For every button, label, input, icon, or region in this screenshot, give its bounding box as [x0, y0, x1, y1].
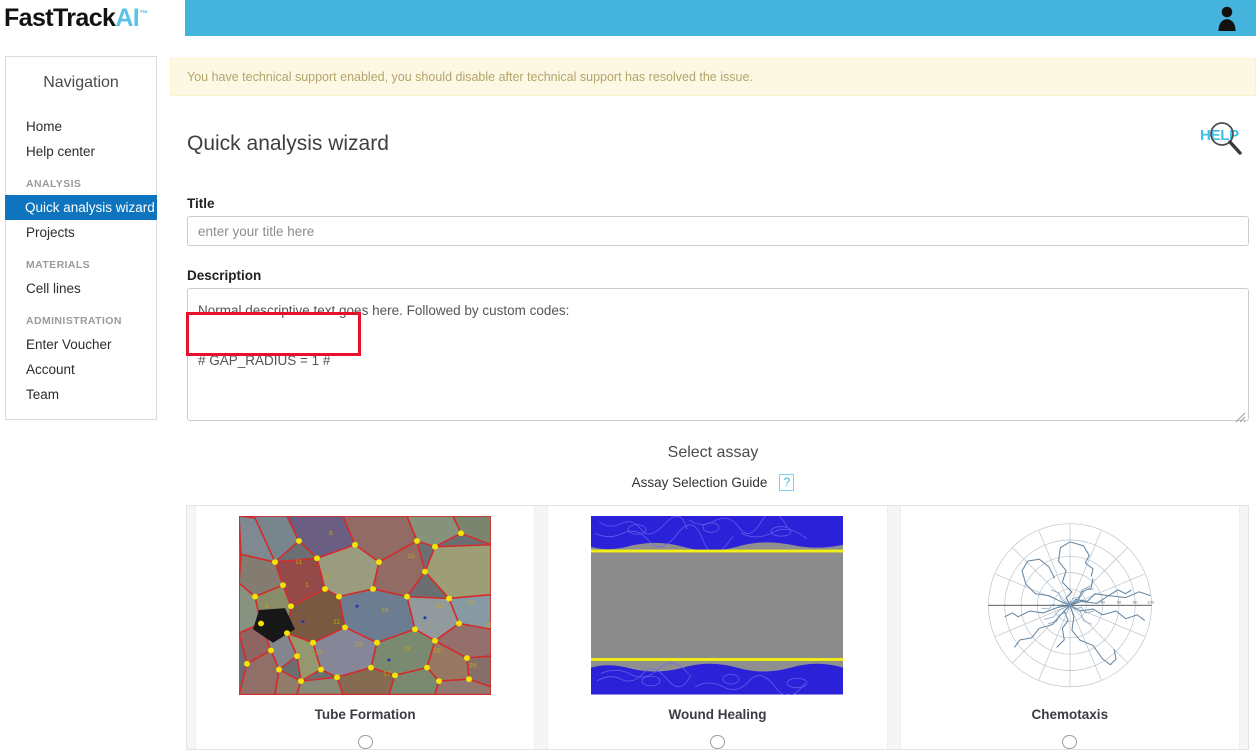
- svg-text:8: 8: [329, 530, 333, 537]
- question-mark-icon[interactable]: ?: [779, 474, 795, 491]
- svg-text:11: 11: [333, 619, 340, 626]
- sidebar-item-projects[interactable]: Projects: [6, 220, 156, 245]
- svg-text:15: 15: [315, 649, 323, 656]
- assay-radio-chemotaxis[interactable]: [1062, 734, 1078, 749]
- svg-text:80: 80: [1133, 599, 1138, 604]
- sidebar-item-quick-analysis-wizard[interactable]: Quick analysis wizard: [5, 195, 157, 220]
- title-field-label: Title: [187, 196, 215, 211]
- svg-text:100: 100: [1147, 599, 1154, 604]
- assay-selection-guide: Assay Selection Guide ?: [170, 474, 1256, 491]
- select-assay-heading: Select assay: [667, 444, 759, 461]
- assay-radio-wound-healing[interactable]: [709, 734, 725, 749]
- wound-healing-thumbnail: [591, 516, 844, 695]
- svg-text:60: 60: [1117, 599, 1122, 604]
- assay-card-label: Tube Formation: [314, 706, 416, 722]
- sidebar-item-cell-lines[interactable]: Cell lines: [6, 276, 156, 301]
- logo-trademark: ™: [139, 8, 148, 19]
- assay-card-tube-formation[interactable]: 81115 1312 111620 241523 181917 2621 Tub…: [195, 506, 536, 749]
- assay-card-label: Wound Healing: [668, 706, 767, 722]
- svg-text:17: 17: [383, 670, 391, 677]
- description-wrapper: [187, 288, 1249, 426]
- svg-text:26: 26: [469, 663, 477, 670]
- app-logo[interactable]: FastTrackAI™: [0, 0, 185, 36]
- svg-text:23: 23: [355, 642, 363, 649]
- main-content: HELP Quick analysis wizard Title Descrip…: [170, 96, 1256, 491]
- description-textarea[interactable]: [187, 288, 1249, 421]
- magnifier-icon: [1210, 122, 1242, 155]
- sidebar-item-help-center[interactable]: Help center: [6, 139, 156, 164]
- svg-text:1: 1: [305, 582, 309, 589]
- assay-radio-tube-formation[interactable]: [357, 734, 373, 749]
- assay-card-wound-healing[interactable]: Wound Healing: [547, 506, 888, 749]
- sidebar-item-enter-voucher[interactable]: Enter Voucher: [6, 332, 156, 357]
- tube-formation-thumbnail: 81115 1312 111620 241523 181917 2621: [239, 516, 492, 695]
- analysis-form: Title Description: [170, 196, 1256, 426]
- sidebar-section-administration: ADMINISTRATION: [26, 315, 122, 327]
- svg-text:11: 11: [295, 559, 302, 566]
- chemotaxis-thumbnail: 0 40 60 80 100: [948, 516, 1191, 695]
- sidebar-item-team[interactable]: Team: [6, 382, 156, 407]
- assay-card-list: 81115 1312 111620 241523 181917 2621 Tub…: [186, 505, 1249, 750]
- page-title: Quick analysis wizard: [187, 132, 389, 155]
- sidebar-navigation: Navigation Home Help center ANALYSIS Qui…: [5, 56, 157, 420]
- description-field-label: Description: [187, 268, 262, 283]
- help-button[interactable]: HELP: [1200, 116, 1248, 160]
- svg-text:18: 18: [403, 645, 411, 652]
- svg-text:20: 20: [435, 603, 443, 610]
- svg-text:21: 21: [485, 622, 491, 629]
- user-avatar-icon[interactable]: [1216, 4, 1238, 32]
- assay-card-label: Chemotaxis: [1031, 706, 1109, 722]
- sidebar-item-home[interactable]: Home: [6, 114, 156, 139]
- logo-text: FastTrackAI™: [4, 3, 148, 32]
- app-header: FastTrackAI™: [0, 0, 1256, 36]
- logo-accent-text: AI: [115, 3, 140, 32]
- svg-text:24: 24: [467, 599, 475, 606]
- assay-card-chemotaxis[interactable]: 0 40 60 80 100 Chemotaxis: [899, 506, 1240, 749]
- svg-text:2: 2: [265, 603, 269, 610]
- svg-text:13: 13: [323, 573, 331, 580]
- sidebar-title: Navigation: [43, 74, 119, 91]
- logo-main-text: FastTrack: [4, 3, 116, 32]
- svg-text:16: 16: [381, 607, 389, 614]
- svg-text:15: 15: [407, 553, 415, 560]
- sidebar-item-account[interactable]: Account: [6, 357, 156, 382]
- banner-text: You have technical support enabled, you …: [187, 70, 753, 84]
- title-input[interactable]: [187, 216, 1249, 246]
- technical-support-banner: You have technical support enabled, you …: [170, 58, 1256, 96]
- sidebar-section-materials: MATERIALS: [26, 259, 91, 271]
- svg-text:19: 19: [433, 647, 441, 654]
- sidebar-section-analysis: ANALYSIS: [26, 178, 82, 190]
- assay-guide-label: Assay Selection Guide: [631, 475, 768, 490]
